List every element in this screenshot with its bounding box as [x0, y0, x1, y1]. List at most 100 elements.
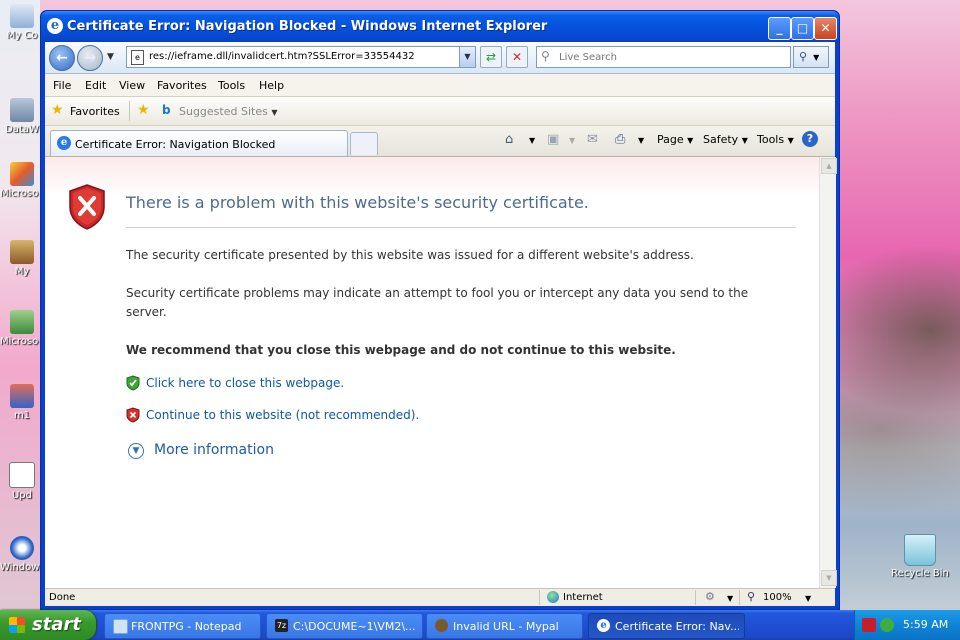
shortcut-icon	[10, 162, 34, 186]
start-button[interactable]: start	[0, 610, 96, 640]
desktop-icon-media-player[interactable]: Window Pla	[0, 536, 44, 573]
protected-mode-icon[interactable]: ⚙	[705, 590, 715, 603]
start-label: start	[32, 614, 81, 635]
recycle-bin-label: Recycle Bin	[891, 568, 949, 579]
search-box[interactable]: ⚲	[536, 46, 791, 68]
feeds-icon[interactable]: ▣	[547, 132, 559, 147]
home-icon[interactable]: ⌂	[505, 132, 513, 147]
history-dropdown-icon[interactable]: ▼	[107, 52, 114, 62]
desktop-icon-label: Upd	[11, 490, 32, 501]
forward-button[interactable]: →	[77, 45, 103, 71]
zoom-level[interactable]: 100%	[763, 592, 792, 603]
tools-menu-button[interactable]: Tools ▼	[757, 133, 794, 146]
continue-to-website-link[interactable]: Continue to this website (not recommende…	[146, 408, 419, 422]
tab-command-row: e Certificate Error: Navigation Blocked …	[45, 126, 835, 157]
close-webpage-link[interactable]: Click here to close this webpage.	[146, 376, 344, 390]
taskbar-item-label: C:\DOCUME~1\VM2\...	[293, 620, 416, 633]
desktop-icon-basic[interactable]: Microso Basi	[0, 310, 44, 347]
taskbar: start FRONTPG - Notepad 7z C:\DOCUME~1\V…	[0, 610, 960, 640]
new-tab-button[interactable]	[350, 132, 378, 155]
tray-app-icon[interactable]	[862, 618, 876, 632]
ie-tab-icon: e	[57, 136, 71, 150]
security-zone[interactable]: Internet	[563, 592, 603, 603]
error-title: There is a problem with this website's s…	[126, 193, 589, 212]
desktop-icon-label: m1	[13, 410, 31, 421]
tab-certificate-error[interactable]: e Certificate Error: Navigation Blocked	[50, 130, 348, 156]
desktop-icon-dataw[interactable]: DataW	[0, 98, 44, 135]
browser-client-area: ← → ▼ e res://ieframe.dll/invalidcert.ht…	[45, 42, 837, 606]
add-favorite-icon[interactable]: ★	[137, 102, 150, 118]
search-icon: ⚲	[541, 49, 550, 63]
internet-zone-globe-icon	[547, 591, 559, 603]
desktop-icon-cpp[interactable]: Microso C++	[0, 162, 44, 199]
page-menu-button[interactable]: Page ▼	[657, 133, 693, 146]
mail-icon[interactable]: ✉	[587, 132, 598, 147]
title-bar[interactable]: e Certificate Error: Navigation Blocked …	[41, 11, 839, 42]
menu-help[interactable]: Help	[259, 79, 284, 92]
document-icon	[9, 462, 35, 488]
desktop-icon-label: Microso Basi	[0, 336, 44, 347]
menu-edit[interactable]: Edit	[85, 79, 106, 92]
back-button[interactable]: ←	[49, 45, 75, 71]
menu-bar: File Edit View Favorites Tools Help	[45, 74, 835, 97]
chevron-down-icon[interactable]: ▼	[727, 594, 733, 603]
taskbar-item-notepad[interactable]: FRONTPG - Notepad	[104, 613, 261, 639]
address-bar-row: ← → ▼ e res://ieframe.dll/invalidcert.ht…	[45, 42, 835, 74]
search-go-button[interactable]: ⚲ ▼	[793, 46, 829, 68]
green-shield-check-icon	[126, 375, 140, 391]
desktop-icon-upd[interactable]: Upd	[0, 462, 44, 501]
refresh-button[interactable]: ⇄	[480, 46, 502, 68]
clock[interactable]: 5:59 AM	[903, 618, 948, 631]
help-icon[interactable]: ?	[802, 131, 818, 147]
status-text: Done	[49, 592, 76, 603]
minimize-button[interactable]: _	[768, 17, 791, 40]
status-divider	[695, 590, 696, 605]
taskbar-item-7zip[interactable]: 7z C:\DOCUME~1\VM2\...	[266, 613, 423, 639]
zoom-caret-icon[interactable]: ▼	[805, 594, 811, 603]
menu-file[interactable]: File	[53, 79, 71, 92]
safety-menu-button[interactable]: Safety ▼	[703, 133, 748, 146]
status-divider	[739, 590, 740, 605]
toolbar-separator	[129, 101, 130, 121]
menu-view[interactable]: View	[119, 79, 145, 92]
favorites-button[interactable]: Favorites	[70, 105, 120, 118]
favorites-star-icon: ★	[51, 102, 64, 118]
bing-icon: b	[162, 103, 171, 117]
desktop-icon-label: My	[14, 266, 30, 277]
desktop-icon-my-computer[interactable]: My Co	[0, 4, 44, 41]
feeds-caret-icon[interactable]: ▼	[569, 133, 575, 146]
taskbar-item-ie-certificate-error[interactable]: e Certificate Error: Nav...	[588, 613, 745, 639]
tray-network-icon[interactable]	[880, 618, 894, 632]
status-bar: Done Internet ⚙ ▼ ⚲ 100% ▼	[45, 588, 835, 606]
menu-favorites[interactable]: Favorites	[157, 79, 207, 92]
status-divider	[539, 590, 540, 605]
suggested-sites-button[interactable]: Suggested Sites ▼	[179, 105, 277, 118]
address-dropdown-icon[interactable]: ▼	[459, 47, 475, 67]
print-icon[interactable]: ⎙	[615, 132, 625, 147]
taskbar-item-mypal[interactable]: Invalid URL - Mypal	[426, 613, 583, 639]
search-input[interactable]	[557, 49, 787, 65]
scroll-down-arrow-icon[interactable]: ▼	[821, 570, 837, 586]
chevron-down-icon: ▼	[271, 108, 278, 117]
recommendation-text: We recommend that you close this webpage…	[126, 343, 676, 357]
notepad-icon	[113, 619, 128, 634]
desktop-icon-my[interactable]: My	[0, 240, 44, 277]
address-field[interactable]: e res://ieframe.dll/invalidcert.htm?SSLE…	[126, 46, 476, 68]
recycle-bin-icon	[904, 534, 936, 566]
shortcut-icon	[10, 240, 34, 264]
scroll-up-arrow-icon[interactable]: ▲	[821, 158, 837, 174]
more-information-link[interactable]: More information	[154, 442, 274, 458]
desktop-icon-m1[interactable]: m1	[0, 384, 44, 421]
maximize-button[interactable]: □	[791, 17, 814, 40]
error-warning: Security certificate problems may indica…	[126, 286, 749, 319]
shortcut-icon	[10, 98, 34, 122]
shortcut-icon	[10, 384, 34, 408]
close-window-button[interactable]: ✕	[814, 17, 837, 40]
desktop-icon-recycle-bin[interactable]: Recycle Bin	[888, 534, 952, 579]
taskbar-item-label: FRONTPG - Notepad	[131, 620, 242, 633]
home-caret-icon[interactable]: ▼	[529, 133, 535, 146]
stop-button[interactable]: ✕	[506, 46, 528, 68]
vertical-scrollbar[interactable]: ▲ ▼	[819, 157, 837, 588]
menu-tools[interactable]: Tools	[218, 79, 245, 92]
print-caret-icon[interactable]: ▼	[638, 133, 644, 146]
